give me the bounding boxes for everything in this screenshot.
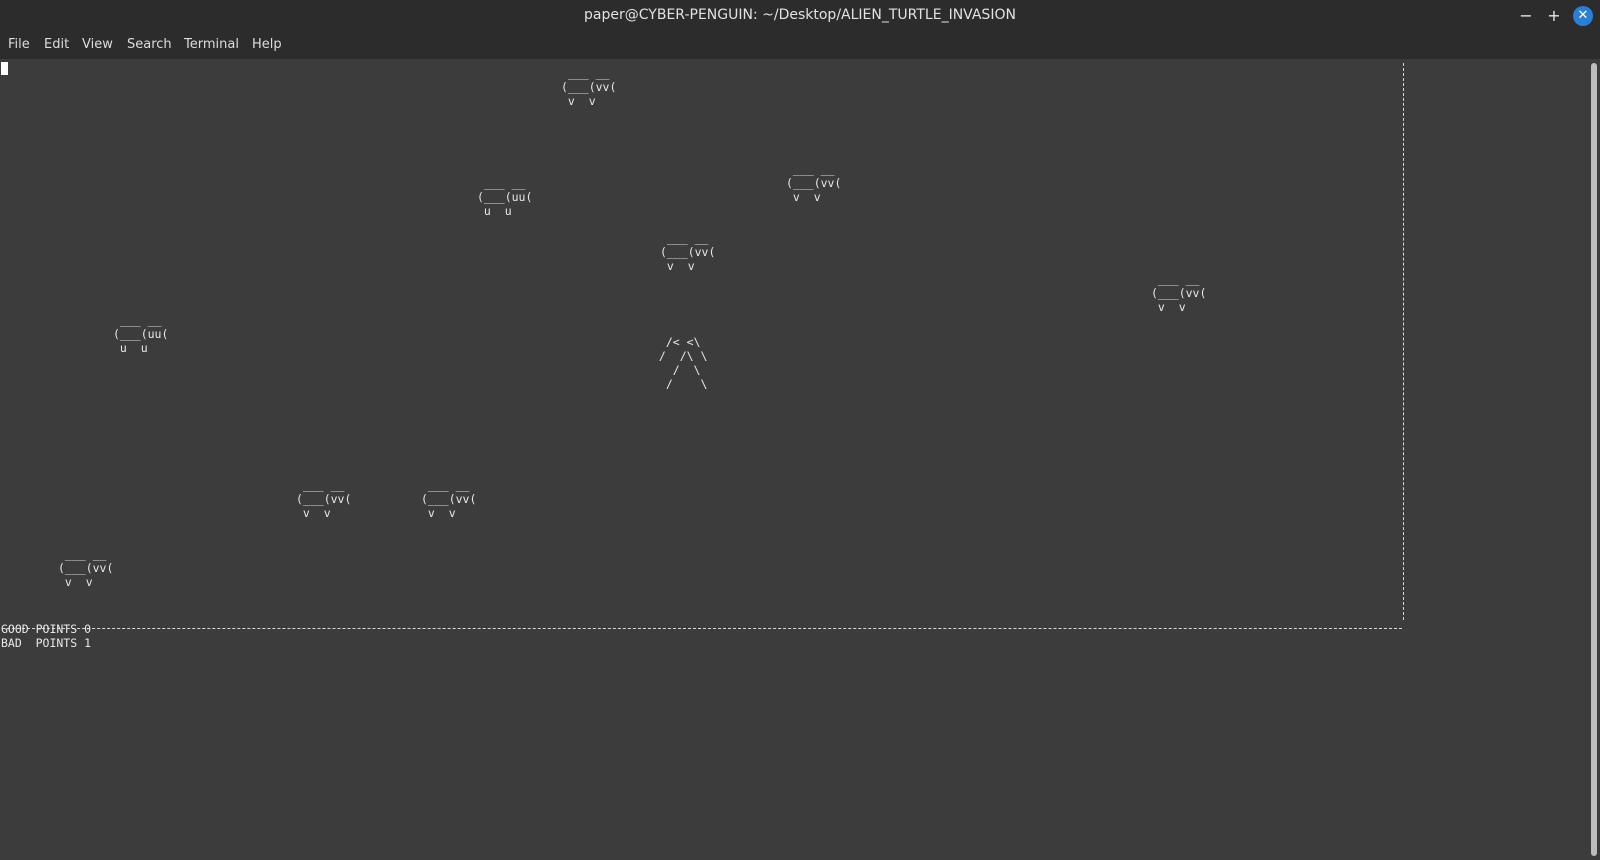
close-button[interactable]: ✕ (1573, 6, 1593, 26)
play-area-right-border (1403, 63, 1404, 620)
turtle: ___ __ (___(vv( v v (421, 478, 477, 520)
menu-file[interactable]: File (8, 37, 30, 52)
play-area-bottom-border (2, 628, 1402, 629)
turtle: ___ __ (___(uu( u u (113, 313, 169, 355)
menu-help[interactable]: Help (252, 37, 282, 52)
turtle: ___ __ (___(vv( v v (1151, 272, 1207, 314)
good-points: GOOD POINTS 0 (1, 622, 92, 636)
turtle: ___ __ (___(vv( v v (786, 162, 842, 204)
turtle: ___ __ (___(vv( v v (561, 66, 617, 108)
terminal-area[interactable]: ___ __ (___(vv( v v ___ __ (___(uu( u u … (0, 59, 1584, 860)
title-bar: paper@CYBER-PENGUIN: ~/Desktop/ALIEN_TUR… (0, 0, 1600, 33)
menu-terminal[interactable]: Terminal (184, 37, 239, 52)
player-ship: /< <\ / /\ \ / \ / \ (658, 335, 708, 391)
turtle: ___ __ (___(vv( v v (296, 478, 352, 520)
terminal-cursor (1, 62, 8, 75)
menu-view[interactable]: View (82, 37, 113, 52)
maximize-button[interactable]: + (1544, 6, 1564, 26)
menu-edit[interactable]: Edit (44, 37, 69, 52)
bad-points: BAD POINTS 1 (1, 636, 92, 650)
scrollbar-thumb[interactable] (1591, 63, 1597, 856)
turtle: ___ __ (___(vv( v v (58, 547, 114, 589)
menu-search[interactable]: Search (127, 37, 172, 52)
window-title: paper@CYBER-PENGUIN: ~/Desktop/ALIEN_TUR… (584, 7, 1016, 23)
turtle: ___ __ (___(vv( v v (660, 231, 716, 273)
minimize-button[interactable]: − (1516, 6, 1536, 26)
turtle: ___ __ (___(uu( u u (477, 176, 533, 218)
menu-bar: File Edit View Search Terminal Help (0, 33, 1600, 59)
